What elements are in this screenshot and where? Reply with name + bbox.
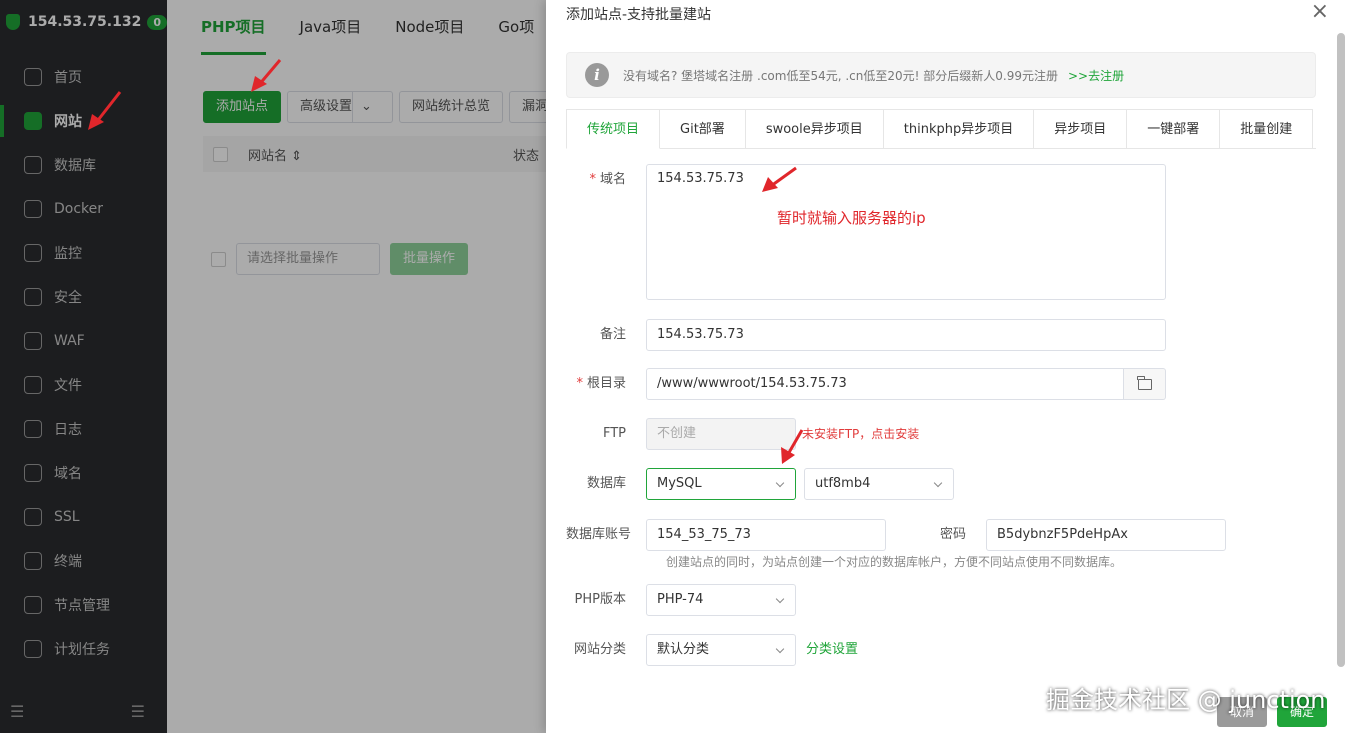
tab-batch[interactable]: 批量创建	[1220, 109, 1314, 149]
db-account-label: 数据库账号	[566, 527, 632, 542]
folder-icon	[1137, 375, 1152, 390]
db-charset-value: utf8mb4	[815, 476, 871, 491]
info-icon: i	[585, 63, 609, 87]
category-label: 网站分类	[573, 642, 626, 657]
category-settings-link[interactable]: 分类设置	[806, 634, 858, 666]
chevron-down-icon	[775, 644, 785, 654]
tab-git[interactable]: Git部署	[660, 109, 746, 149]
domain-notice: i 没有域名? 堡塔域名注册 .com低至54元, .cn低至20元! 部分后缀…	[566, 52, 1316, 98]
domain-label: * 域名	[589, 172, 626, 187]
db-charset-select[interactable]: utf8mb4	[804, 468, 954, 500]
db-type-select[interactable]: MySQL	[646, 468, 796, 500]
password-label: 密码	[939, 527, 966, 542]
chevron-down-icon	[775, 478, 785, 488]
tab-swoole[interactable]: swoole异步项目	[745, 109, 884, 149]
database-label: 数据库	[586, 476, 626, 491]
php-row: PHP版本 PHP-74	[566, 584, 796, 616]
domain-row: * 域名 154.53.75.73	[566, 164, 1166, 300]
remark-input[interactable]: 154.53.75.73	[646, 319, 1166, 351]
notice-text: 没有域名? 堡塔域名注册 .com低至54元, .cn低至20元! 部分后缀新人…	[623, 68, 1058, 83]
dialog-tabs: 传统项目 Git部署 swoole异步项目 thinkphp异步项目 异步项目 …	[566, 109, 1316, 149]
db-account-row: 数据库账号 154_53_75_73 密码 B5dybnzF5PdeHpAx	[566, 519, 1226, 551]
remark-label: 备注	[599, 327, 626, 342]
category-value: 默认分类	[657, 642, 710, 657]
domain-textarea[interactable]: 154.53.75.73	[646, 164, 1166, 300]
tab-thinkphp[interactable]: thinkphp异步项目	[883, 109, 1035, 149]
ftp-row: FTP 不创建 未安装FTP，点击安装	[566, 418, 919, 450]
tab-oneclick[interactable]: 一键部署	[1127, 109, 1221, 149]
tab-async[interactable]: 异步项目	[1034, 109, 1128, 149]
root-label: * 根目录	[576, 376, 626, 391]
ftp-label: FTP	[602, 426, 626, 441]
watermark: 掘金技术社区 @ junction	[1046, 686, 1326, 714]
root-row: * 根目录 /www/wwwroot/154.53.75.73	[566, 368, 1166, 400]
add-site-dialog: 添加站点-支持批量建站 × i 没有域名? 堡塔域名注册 .com低至54元, …	[546, 0, 1353, 733]
db-account-input[interactable]: 154_53_75_73	[646, 519, 886, 551]
ftp-install-link[interactable]: 未安装FTP，点击安装	[802, 418, 919, 450]
php-version-value: PHP-74	[657, 592, 704, 607]
folder-picker-button[interactable]	[1124, 368, 1166, 400]
annotation-arrows-bg	[88, 59, 282, 130]
dialog-title: 添加站点-支持批量建站	[566, 7, 712, 23]
dialog-scrollbar[interactable]	[1337, 33, 1345, 667]
category-select[interactable]: 默认分类	[646, 634, 796, 666]
database-row: 数据库 MySQL utf8mb4	[566, 468, 954, 500]
tab-traditional[interactable]: 传统项目	[566, 109, 661, 149]
chevron-down-icon	[933, 478, 943, 488]
register-link[interactable]: >>去注册	[1068, 67, 1124, 84]
php-version-select[interactable]: PHP-74	[646, 584, 796, 616]
annotation-arrows-dialog	[762, 166, 804, 464]
category-row: 网站分类 默认分类 分类设置	[566, 634, 858, 666]
ftp-select: 不创建	[646, 418, 796, 450]
password-input[interactable]: B5dybnzF5PdeHpAx	[986, 519, 1226, 551]
php-label: PHP版本	[574, 592, 626, 607]
close-icon[interactable]: ×	[1311, 0, 1329, 24]
root-path-input[interactable]: /www/wwwroot/154.53.75.73	[646, 368, 1124, 400]
remark-row: 备注 154.53.75.73	[566, 319, 1166, 351]
annotation-text: 暂时就输入服务器的ip	[777, 209, 926, 227]
chevron-down-icon	[775, 594, 785, 604]
db-type-value: MySQL	[657, 476, 702, 491]
db-hint: 创建站点的同时，为站点创建一个对应的数据库帐户，方便不同站点使用不同数据库。	[666, 555, 1123, 569]
